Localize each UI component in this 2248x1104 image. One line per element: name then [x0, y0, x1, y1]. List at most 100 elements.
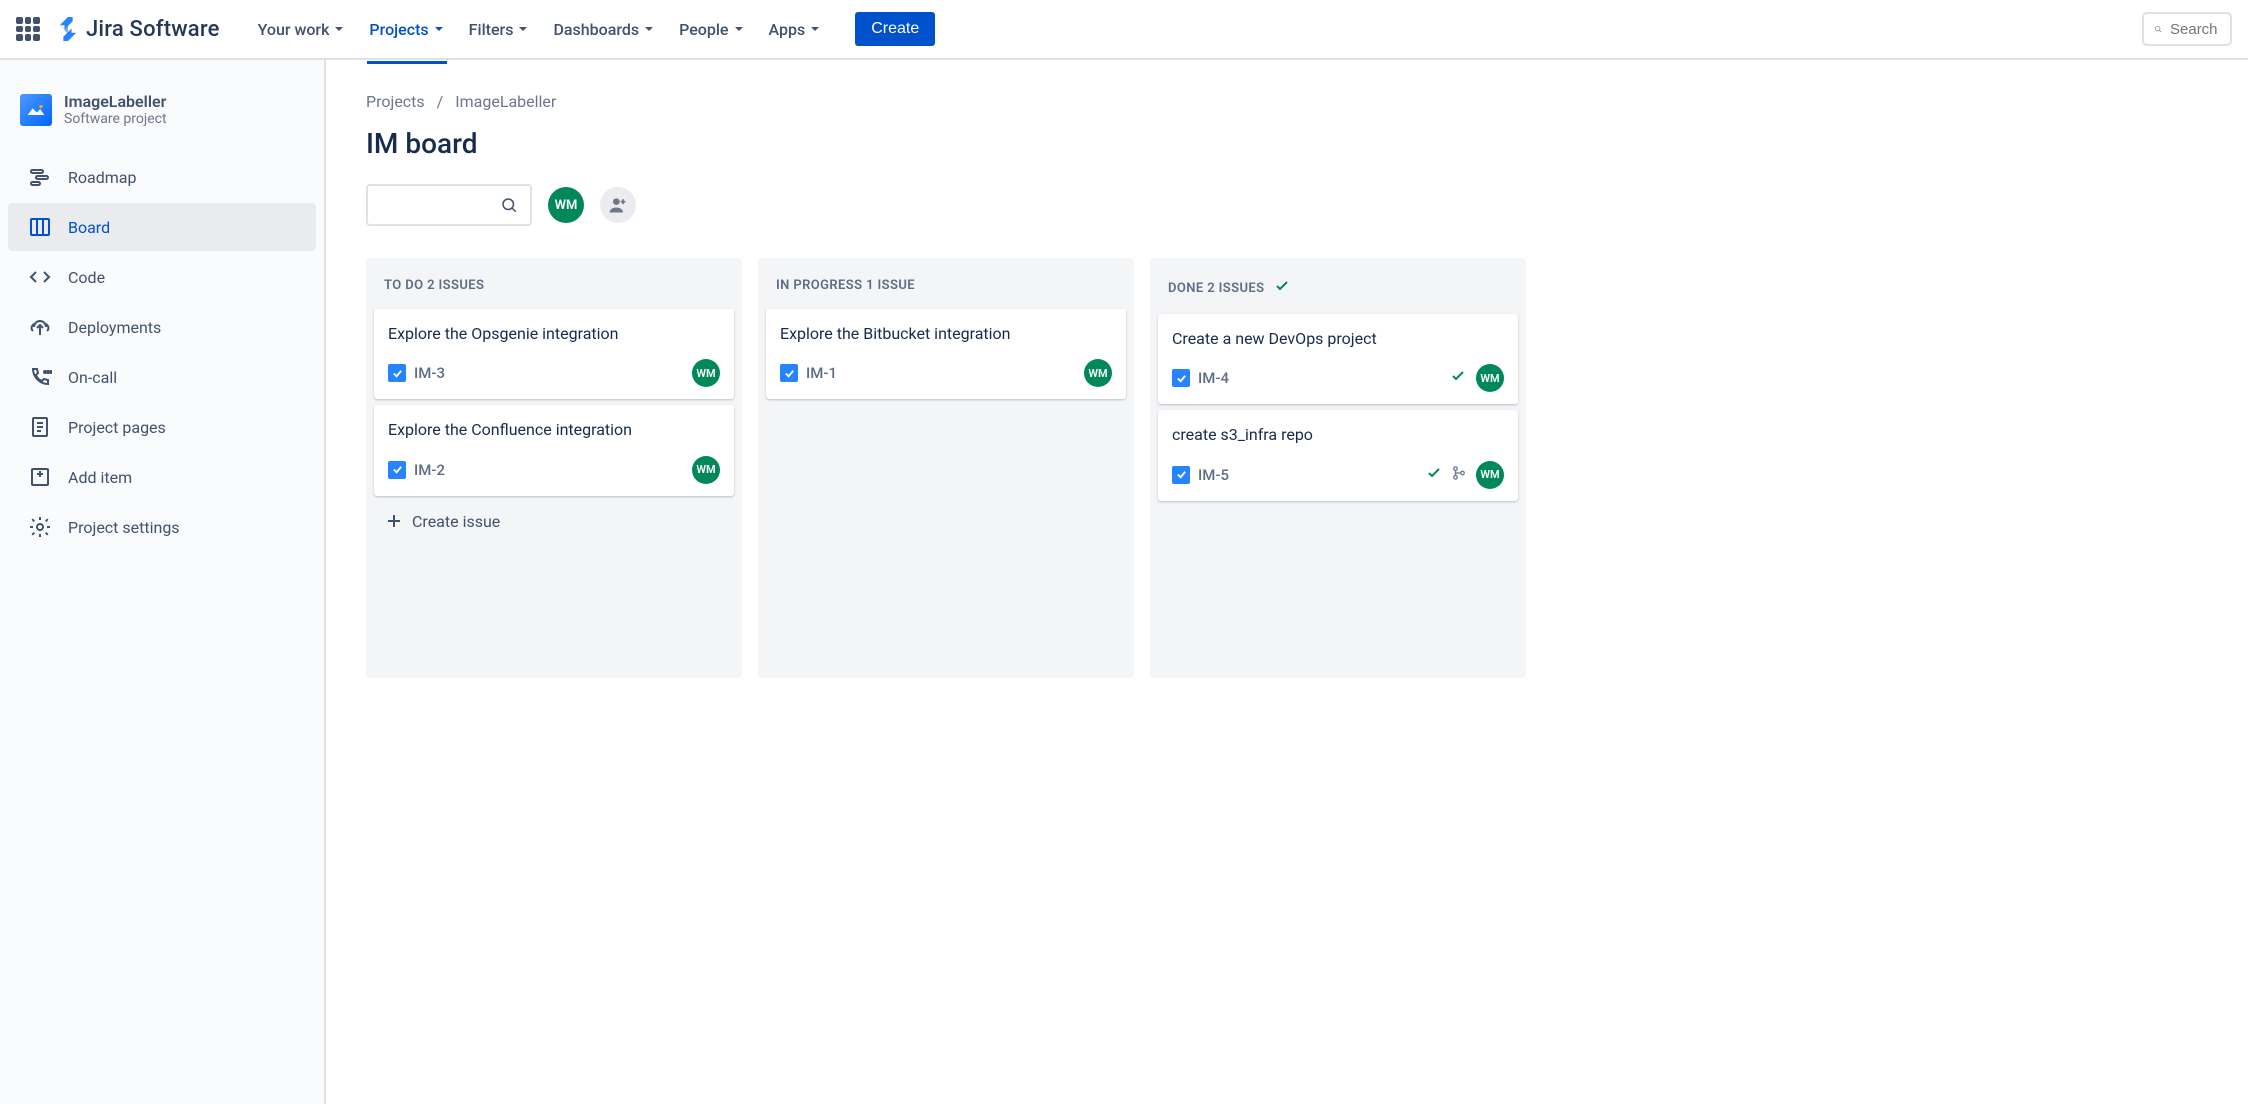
card-title: Explore the Bitbucket integration — [780, 323, 1112, 345]
board-column: IN PROGRESS 1 ISSUE Explore the Bitbucket… — [758, 258, 1134, 678]
assignee-avatar[interactable]: WM — [1084, 359, 1112, 387]
done-check-icon — [1450, 368, 1466, 388]
project-header[interactable]: ImageLabeller Software project — [0, 84, 324, 151]
branch-icon — [1452, 465, 1466, 484]
create-issue-label: Create issue — [412, 512, 500, 531]
chevron-down-icon — [333, 23, 345, 35]
plus-icon — [386, 513, 402, 529]
create-button[interactable]: Create — [855, 12, 935, 46]
breadcrumb-root[interactable]: Projects — [366, 92, 425, 111]
issue-card[interactable]: Explore the Bitbucket integrationIM-1WM — [766, 309, 1126, 399]
sidebar-item-label: Add item — [68, 468, 132, 487]
task-type-icon — [388, 364, 406, 382]
done-check-icon — [1426, 465, 1442, 485]
board-column: TO DO 2 ISSUES Explore the Opsgenie integ… — [366, 258, 742, 678]
issue-key: IM-5 — [1198, 466, 1229, 484]
sidebar-item-project-pages[interactable]: Project pages — [8, 403, 316, 451]
main-content: Projects / ImageLabeller IM board WM TO … — [326, 60, 2248, 1104]
board-columns: TO DO 2 ISSUES Explore the Opsgenie integ… — [366, 258, 2248, 678]
add-icon — [28, 465, 52, 489]
board-column: DONE 2 ISSUES Create a new DevOps project… — [1150, 258, 1526, 678]
chevron-down-icon — [643, 23, 655, 35]
sidebar-item-label: Roadmap — [68, 168, 136, 187]
issue-key: IM-2 — [414, 461, 445, 479]
task-type-icon — [388, 461, 406, 479]
task-type-icon — [780, 364, 798, 382]
oncall-icon — [28, 365, 52, 389]
create-issue-button[interactable]: Create issue — [374, 502, 734, 541]
sidebar-item-label: On-call — [68, 368, 117, 387]
nav-items: Your work Projects Filters Dashboards People… — [248, 14, 832, 45]
task-type-icon — [1172, 466, 1190, 484]
chevron-down-icon — [517, 23, 529, 35]
sidebar-item-project-settings[interactable]: Project settings — [8, 503, 316, 551]
deployments-icon — [28, 315, 52, 339]
nav-item-label: Your work — [258, 20, 330, 39]
search-icon — [500, 196, 518, 214]
add-people-button[interactable] — [600, 187, 636, 223]
nav-item-label: Apps — [769, 20, 806, 39]
chevron-down-icon — [809, 23, 821, 35]
card-title: create s3_infra repo — [1172, 424, 1504, 446]
sidebar-item-board[interactable]: Board — [8, 203, 316, 251]
issue-card[interactable]: Create a new DevOps project IM-4 WM — [1158, 314, 1518, 404]
app-switcher-icon[interactable] — [16, 17, 40, 41]
column-title: TO DO 2 ISSUES — [384, 278, 484, 293]
sidebar-item-roadmap[interactable]: Roadmap — [8, 153, 316, 201]
nav-item-people[interactable]: People — [669, 14, 754, 45]
nav-item-your-work[interactable]: Your work — [248, 14, 356, 45]
settings-icon — [28, 515, 52, 539]
nav-item-filters[interactable]: Filters — [459, 14, 540, 45]
sidebar: ImageLabeller Software project Roadmap Bo… — [0, 60, 326, 1104]
board-toolbar: WM — [366, 184, 2248, 226]
global-search[interactable] — [2142, 12, 2232, 46]
card-title: Explore the Confluence integration — [388, 419, 720, 441]
sidebar-item-code[interactable]: Code — [8, 253, 316, 301]
column-title: IN PROGRESS 1 ISSUE — [776, 278, 915, 293]
issue-card[interactable]: Explore the Opsgenie integration IM-3 WM — [374, 309, 734, 399]
sidebar-item-add-item[interactable]: Add item — [8, 453, 316, 501]
project-name: ImageLabeller — [64, 92, 167, 111]
search-icon — [2154, 20, 2162, 38]
add-person-icon — [608, 195, 628, 215]
assignee-avatar[interactable]: WM — [1476, 461, 1504, 489]
nav-item-projects[interactable]: Projects — [359, 14, 454, 45]
board-icon — [28, 215, 52, 239]
issue-key: IM-3 — [414, 364, 445, 382]
task-type-icon — [1172, 369, 1190, 387]
sidebar-item-label: Deployments — [68, 318, 161, 337]
sidebar-item-label: Board — [68, 218, 110, 237]
nav-item-label: People — [679, 20, 728, 39]
nav-item-apps[interactable]: Apps — [759, 14, 832, 45]
issue-key: IM-4 — [1198, 369, 1229, 387]
assignee-avatar[interactable]: WM — [692, 456, 720, 484]
issue-card[interactable]: Explore the Confluence integration IM-2 WM — [374, 405, 734, 495]
sidebar-item-label: Code — [68, 268, 105, 287]
page-title: IM board — [366, 127, 2248, 160]
jira-product-name: Jira Software — [86, 17, 220, 42]
issue-card[interactable]: create s3_infra repo IM-5 WM — [1158, 410, 1518, 500]
column-header: TO DO 2 ISSUES — [374, 274, 734, 309]
assignee-avatar[interactable]: WM — [1476, 364, 1504, 392]
column-title: DONE 2 ISSUES — [1168, 281, 1264, 296]
breadcrumb-current[interactable]: ImageLabeller — [455, 92, 556, 111]
top-nav: Jira Software Your work Projects Filters Da… — [0, 0, 2248, 60]
column-header: DONE 2 ISSUES — [1158, 274, 1518, 314]
sidebar-item-deployments[interactable]: Deployments — [8, 303, 316, 351]
breadcrumb-separator: / — [437, 92, 444, 111]
card-title: Explore the Opsgenie integration — [388, 323, 720, 345]
search-input[interactable] — [2170, 21, 2220, 38]
project-type: Software project — [64, 111, 167, 127]
nav-item-label: Projects — [369, 20, 428, 39]
card-title: Create a new DevOps project — [1172, 328, 1504, 350]
nav-item-dashboards[interactable]: Dashboards — [543, 14, 665, 45]
project-icon — [20, 94, 52, 126]
nav-item-label: Filters — [469, 20, 514, 39]
column-header: IN PROGRESS 1 ISSUE — [766, 274, 1126, 309]
jira-logo[interactable]: Jira Software — [56, 17, 220, 42]
user-avatar[interactable]: WM — [548, 187, 584, 223]
roadmap-icon — [28, 165, 52, 189]
assignee-avatar[interactable]: WM — [692, 359, 720, 387]
board-search[interactable] — [366, 184, 532, 226]
sidebar-item-on-call[interactable]: On-call — [8, 353, 316, 401]
